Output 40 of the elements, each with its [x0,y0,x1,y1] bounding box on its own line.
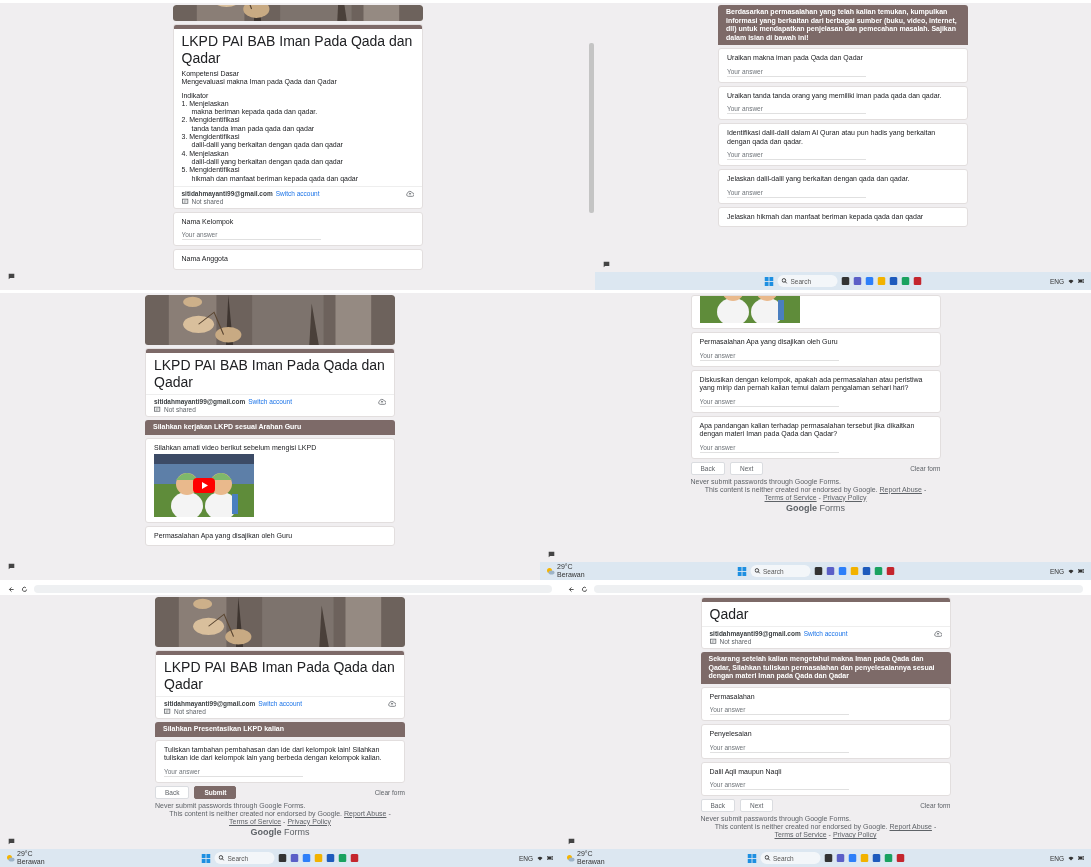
back-icon[interactable] [8,585,15,593]
reload-icon[interactable] [581,585,588,593]
feedback-icon[interactable] [8,838,15,845]
battery-icon[interactable] [1078,569,1085,573]
form-title: LKPD PAI BAB Iman Pada Qada dan Qadar [164,659,396,693]
feedback-icon[interactable] [8,273,15,280]
cloud-icon [378,398,386,405]
back-icon[interactable] [568,585,575,593]
form-title: LKPD PAI BAB Iman Pada Qada dan Qadar [181,33,414,67]
not-shared-icon [164,708,171,715]
search-icon [781,278,788,284]
feedback-icon[interactable] [548,551,555,558]
not-shared-icon [181,197,189,205]
windows-start-icon[interactable] [747,853,756,863]
not-shared-icon [709,638,717,645]
search-icon [218,855,225,861]
battery-icon[interactable] [1078,279,1085,283]
feedback-icon[interactable] [8,563,15,570]
cloud-icon [388,700,396,707]
windows-start-icon[interactable] [201,853,211,863]
form-title: Qadar [709,606,750,623]
weather-icon [546,567,555,575]
battery-icon[interactable] [1078,856,1085,860]
google-forms-logo: Google Forms [250,826,310,837]
search-icon [764,855,770,861]
cloud-icon [933,630,942,637]
scrollbar[interactable] [589,43,594,213]
windows-start-icon[interactable] [737,566,746,576]
cloud-icon [405,189,414,197]
feedback-icon[interactable] [603,261,610,268]
form-title: LKPD PAI BAB Iman Pada Qada dan Qadar [154,357,386,391]
windows-start-icon[interactable] [764,276,774,286]
battery-icon[interactable] [547,856,554,860]
feedback-icon[interactable] [568,838,575,845]
not-shared-icon [154,406,161,413]
weather-icon [6,854,15,862]
google-forms-logo: Google Forms [786,502,845,513]
search-icon [754,568,760,574]
weather-icon [566,854,575,862]
reload-icon[interactable] [21,585,28,593]
